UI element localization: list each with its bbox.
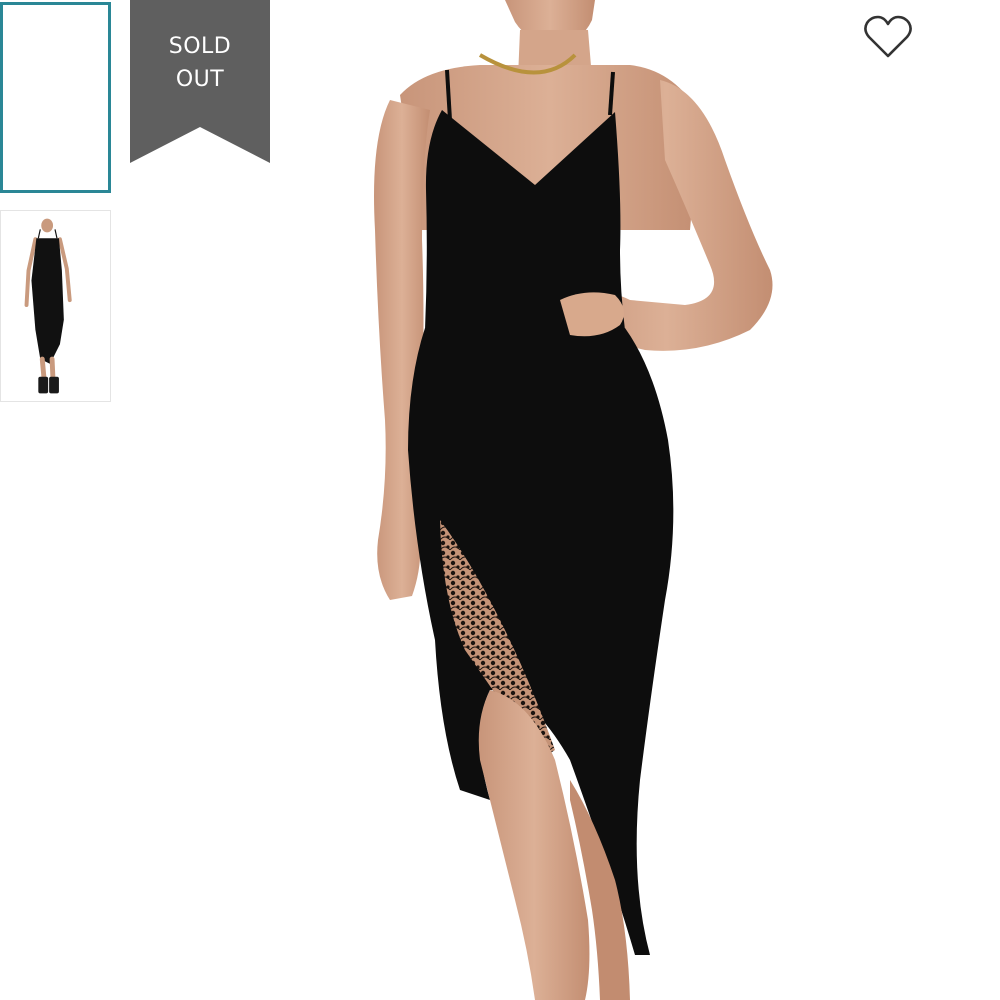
listing-image-viewer: SOLD OUT <box>0 0 1000 1000</box>
thumbnail-2[interactable] <box>0 210 111 402</box>
thumbnail-2-image <box>1 211 110 401</box>
main-product-image <box>330 0 830 1000</box>
like-button[interactable] <box>862 14 914 62</box>
sold-out-badge: SOLD OUT <box>130 0 270 163</box>
heart-outline-icon <box>864 15 912 58</box>
thumbnail-1-selected[interactable] <box>0 2 111 193</box>
sold-out-label: SOLD OUT <box>168 34 232 92</box>
thumbnail-rail <box>0 0 112 1000</box>
dress-photo <box>374 0 773 1000</box>
